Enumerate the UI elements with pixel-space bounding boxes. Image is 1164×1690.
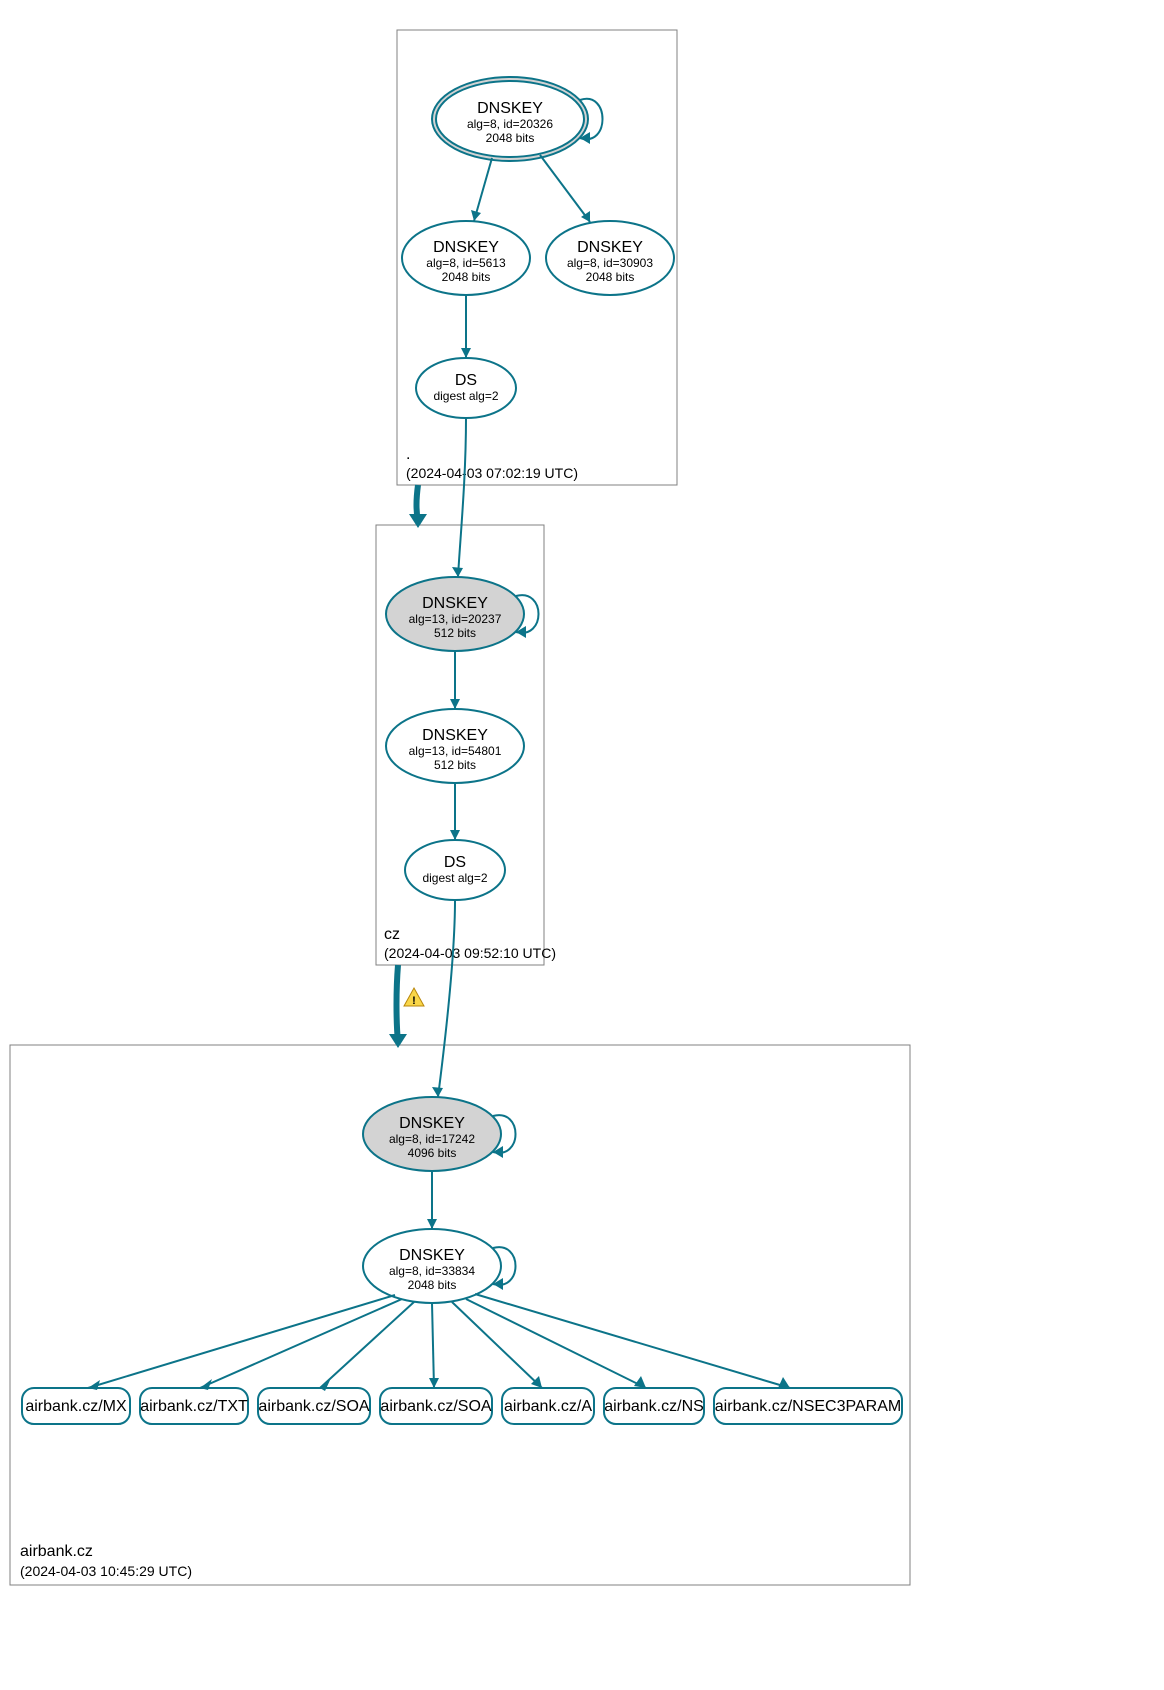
svg-text:2048 bits: 2048 bits <box>408 1278 457 1292</box>
zone-airbank-name: airbank.cz <box>20 1543 93 1560</box>
svg-text:airbank.cz/MX: airbank.cz/MX <box>25 1398 127 1415</box>
svg-text:2048 bits: 2048 bits <box>486 131 535 145</box>
svg-text:DS: DS <box>444 854 466 871</box>
svg-text:digest alg=2: digest alg=2 <box>422 871 487 885</box>
edge-abzsk-txt <box>200 1299 402 1388</box>
svg-text:DNSKEY: DNSKEY <box>577 239 643 256</box>
rrset-nsec3param: airbank.cz/NSEC3PARAM <box>714 1388 902 1424</box>
edge-abzsk-nsec3param <box>475 1294 790 1388</box>
svg-text:2048 bits: 2048 bits <box>586 270 635 284</box>
edge-rootksk-zsk1 <box>474 158 492 221</box>
svg-text:alg=8, id=33834: alg=8, id=33834 <box>389 1264 475 1278</box>
svg-text:512 bits: 512 bits <box>434 758 476 772</box>
svg-text:2048 bits: 2048 bits <box>442 270 491 284</box>
edge-delegation-cz-airbank <box>397 965 399 1043</box>
edge-rootksk-zsk2 <box>540 155 590 222</box>
node-root-ksk: DNSKEY alg=8, id=20326 2048 bits <box>432 77 588 161</box>
node-root-ds: DS digest alg=2 <box>416 358 516 418</box>
zone-airbank-time: (2024-04-03 10:45:29 UTC) <box>20 1563 192 1579</box>
rrset-mx: airbank.cz/MX <box>22 1388 130 1424</box>
rrset-txt: airbank.cz/TXT <box>140 1388 248 1424</box>
svg-text:DNSKEY: DNSKEY <box>399 1247 465 1264</box>
svg-text:airbank.cz/SOA: airbank.cz/SOA <box>258 1398 369 1415</box>
svg-text:digest alg=2: digest alg=2 <box>433 389 498 403</box>
svg-text:alg=8, id=30903: alg=8, id=30903 <box>567 256 653 270</box>
svg-text:airbank.cz/NS: airbank.cz/NS <box>604 1398 704 1415</box>
svg-text:alg=13, id=54801: alg=13, id=54801 <box>409 744 502 758</box>
svg-text:DS: DS <box>455 372 477 389</box>
svg-text:alg=8, id=20326: alg=8, id=20326 <box>467 117 553 131</box>
edge-czds-abksk <box>438 900 455 1097</box>
svg-text:airbank.cz/TXT: airbank.cz/TXT <box>140 1398 248 1415</box>
zone-cz-name: cz <box>384 926 400 943</box>
svg-text:airbank.cz/SOA: airbank.cz/SOA <box>380 1398 491 1415</box>
svg-text:airbank.cz/NSEC3PARAM: airbank.cz/NSEC3PARAM <box>715 1398 901 1415</box>
edge-abzsk-mx <box>88 1295 395 1388</box>
svg-text:alg=8, id=5613: alg=8, id=5613 <box>426 256 506 270</box>
node-airbank-ksk: DNSKEY alg=8, id=17242 4096 bits <box>363 1097 501 1171</box>
svg-text:DNSKEY: DNSKEY <box>399 1115 465 1132</box>
rrset-soa2: airbank.cz/SOA <box>380 1388 492 1424</box>
node-cz-ksk: DNSKEY alg=13, id=20237 512 bits <box>386 577 524 651</box>
svg-text:DNSKEY: DNSKEY <box>422 727 488 744</box>
svg-text:4096 bits: 4096 bits <box>408 1146 457 1160</box>
warning-icon: ! <box>404 988 424 1007</box>
rrset-a: airbank.cz/A <box>502 1388 594 1424</box>
node-cz-ds: DS digest alg=2 <box>405 840 505 900</box>
rrset-ns: airbank.cz/NS <box>604 1388 704 1424</box>
svg-text:alg=8, id=17242: alg=8, id=17242 <box>389 1132 475 1146</box>
svg-text:alg=13, id=20237: alg=13, id=20237 <box>409 612 502 626</box>
svg-text:!: ! <box>412 995 416 1007</box>
node-root-zsk1: DNSKEY alg=8, id=5613 2048 bits <box>402 221 530 295</box>
svg-text:DNSKEY: DNSKEY <box>477 100 543 117</box>
edge-abzsk-soa2 <box>432 1303 434 1388</box>
node-cz-zsk: DNSKEY alg=13, id=54801 512 bits <box>386 709 524 783</box>
svg-text:airbank.cz/A: airbank.cz/A <box>504 1398 592 1415</box>
zone-cz-time: (2024-04-03 09:52:10 UTC) <box>384 945 556 961</box>
svg-text:DNSKEY: DNSKEY <box>433 239 499 256</box>
node-root-zsk2: DNSKEY alg=8, id=30903 2048 bits <box>546 221 674 295</box>
edge-abzsk-ns <box>466 1299 646 1388</box>
zone-root-time: (2024-04-03 07:02:19 UTC) <box>406 465 578 481</box>
zone-root-name: . <box>406 446 410 463</box>
node-airbank-zsk: DNSKEY alg=8, id=33834 2048 bits <box>363 1229 501 1303</box>
edge-rootds-czksk <box>458 418 466 577</box>
dnssec-graph: . (2024-04-03 07:02:19 UTC) DNSKEY alg=8… <box>0 0 1164 1690</box>
svg-text:512 bits: 512 bits <box>434 626 476 640</box>
rrset-soa1: airbank.cz/SOA <box>258 1388 370 1424</box>
svg-text:DNSKEY: DNSKEY <box>422 595 488 612</box>
